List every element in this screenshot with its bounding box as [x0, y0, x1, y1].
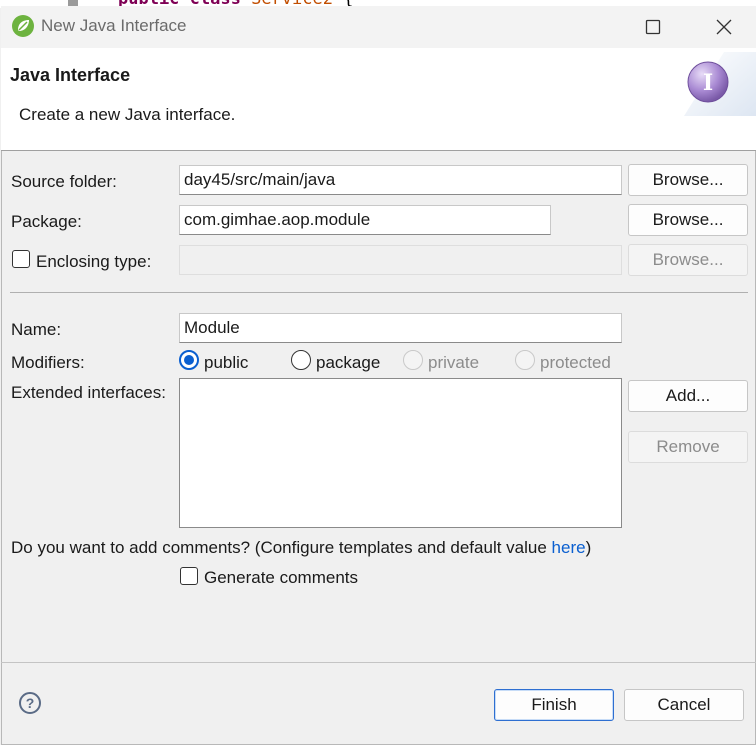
maximize-button[interactable] — [624, 8, 682, 46]
footer-separator — [1, 662, 756, 663]
modifier-package-label: package — [316, 353, 381, 372]
banner-letter: I — [703, 70, 713, 96]
add-interface-button[interactable]: Add... — [628, 380, 748, 412]
modifiers-label: Modifiers: — [11, 353, 85, 372]
modifier-public-label: public — [204, 353, 249, 372]
page-description: Create a new Java interface. — [19, 105, 236, 124]
help-icon[interactable]: ? — [19, 692, 41, 714]
modifier-protected-radio — [515, 350, 535, 370]
enclosing-type-label: Enclosing type: — [36, 252, 152, 271]
finish-button[interactable]: Finish — [494, 689, 614, 721]
spring-leaf-icon — [12, 15, 34, 37]
package-label: Package: — [11, 212, 82, 231]
configure-templates-link[interactable]: here — [552, 538, 586, 557]
name-input[interactable]: Module — [179, 313, 622, 343]
separator — [10, 292, 748, 293]
generate-comments-label: Generate comments — [204, 568, 359, 587]
page-title: Java Interface — [10, 65, 131, 85]
generate-comments-checkbox[interactable] — [180, 567, 198, 585]
remove-interface-button: Remove — [628, 431, 748, 463]
name-label: Name: — [11, 320, 62, 339]
close-button[interactable] — [695, 8, 753, 46]
cancel-button[interactable]: Cancel — [624, 689, 744, 721]
source-folder-input[interactable]: day45/src/main/java — [179, 165, 622, 195]
comments-close-paren: ) — [585, 538, 592, 557]
package-input[interactable]: com.gimhae.aop.module — [179, 205, 551, 235]
comments-question: Do you want to add comments? (Configure … — [11, 538, 591, 558]
source-folder-label: Source folder: — [11, 172, 117, 191]
extended-interfaces-label: Extended interfaces: — [11, 383, 166, 402]
package-browse-button[interactable]: Browse... — [628, 204, 748, 236]
source-folder-browse-button[interactable]: Browse... — [628, 164, 748, 196]
modifier-package-radio[interactable] — [291, 350, 311, 370]
enclosing-type-browse-button: Browse... — [628, 244, 748, 276]
wizard-header — [1, 48, 756, 151]
extended-interfaces-list[interactable] — [179, 378, 622, 528]
close-icon — [716, 19, 732, 35]
modifier-public-radio[interactable] — [179, 350, 199, 370]
enclosing-type-checkbox[interactable] — [12, 250, 30, 268]
comments-question-text: Do you want to add comments? (Configure … — [11, 538, 552, 557]
window-title: New Java Interface — [41, 16, 187, 35]
enclosing-type-input — [179, 245, 622, 275]
modifier-private-label: private — [428, 353, 480, 372]
maximize-icon — [645, 19, 661, 35]
interface-banner-icon: I — [684, 52, 756, 116]
modifier-private-radio — [403, 350, 423, 370]
modifier-protected-label: protected — [540, 353, 611, 372]
